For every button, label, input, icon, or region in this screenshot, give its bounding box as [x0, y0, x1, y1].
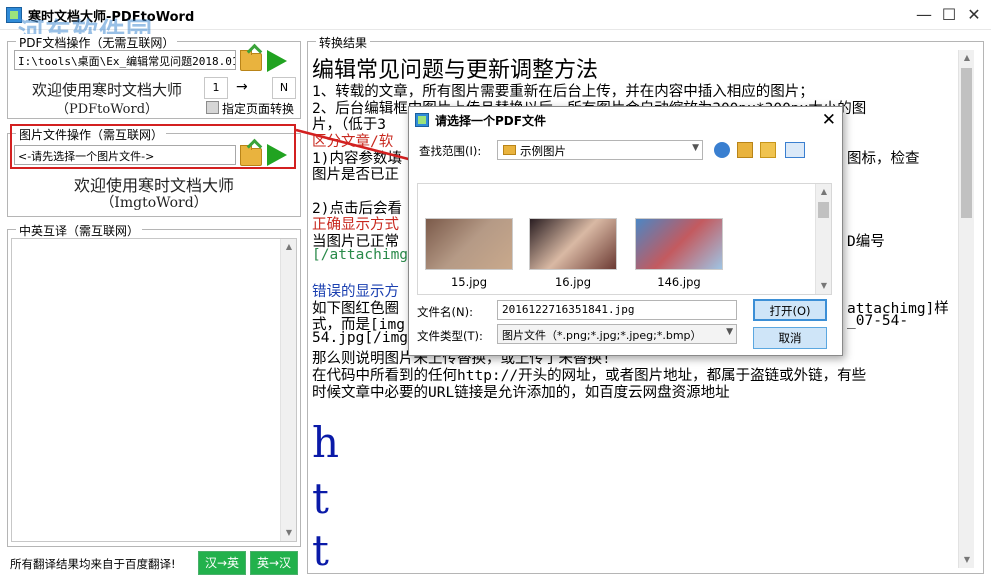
- result-line: [/attachimg: [312, 247, 409, 263]
- translate-scrollbar[interactable]: ▲ ▼: [280, 239, 296, 541]
- filetype-value: 图片文件（*.png;*.jpg;*.jpeg;*.bmp）: [502, 329, 702, 342]
- image-welcome-line2: （ImgtoWord）: [100, 195, 208, 211]
- dialog-title-bar: 请选择一个PDF文件 ✕: [409, 107, 842, 133]
- result-fragment: D编号: [847, 234, 885, 250]
- file-thumbnail[interactable]: [529, 218, 617, 270]
- back-icon[interactable]: [714, 142, 730, 158]
- file-list[interactable]: 15.jpg 16.jpg 146.jpg ▲ ▼: [417, 183, 832, 295]
- pdf-path-input[interactable]: I:\tools\桌面\Ex_编辑常见问题2018.01: [14, 50, 236, 70]
- result-fragment: 图标，检查: [847, 151, 920, 167]
- result-scroll-thumb[interactable]: [961, 68, 972, 218]
- convert-image-play-icon[interactable]: [267, 144, 287, 166]
- file-name-label: 16.jpg: [554, 275, 592, 289]
- result-scrollbar[interactable]: ▲ ▼: [958, 50, 974, 568]
- result-big-letter: h: [312, 418, 340, 467]
- file-list-scrollbar[interactable]: ▲ ▼: [815, 184, 831, 294]
- convert-pdf-play-icon[interactable]: [267, 50, 287, 72]
- en-to-cn-button[interactable]: 英→汉: [250, 551, 298, 575]
- filetype-select[interactable]: 图片文件（*.png;*.jpg;*.jpeg;*.bmp） ▼: [497, 324, 737, 344]
- translate-footer-note: 所有翻译结果均来自于百度翻译!: [10, 557, 176, 571]
- result-big-letter: t: [312, 526, 329, 575]
- look-in-value: 示例图片: [520, 144, 566, 158]
- new-folder-icon[interactable]: [760, 142, 776, 158]
- result-line: 时候文章中必要的URL链接是允许添加的，如百度云网盘资源地址: [312, 385, 730, 401]
- scroll-down-icon[interactable]: ▼: [281, 525, 297, 541]
- result-line: 54.jpg[/img: [312, 330, 409, 346]
- filetype-label: 文件类型(T):: [417, 329, 483, 343]
- view-menu-icon[interactable]: [785, 142, 805, 158]
- file-scroll-down-icon[interactable]: ▼: [816, 278, 832, 294]
- cancel-button[interactable]: 取消: [753, 327, 827, 349]
- filename-input[interactable]: 2016122716351841.jpg: [497, 300, 737, 320]
- maximize-button[interactable]: ☐: [937, 4, 961, 26]
- specify-page-checkbox[interactable]: [206, 101, 219, 114]
- page-range-arrow: →: [236, 79, 248, 95]
- pdf-group-label: PDF文档操作（无需互联网）: [16, 34, 178, 51]
- dialog-title: 请选择一个PDF文件: [435, 114, 546, 128]
- image-path-input[interactable]: <-请先选择一个图片文件->: [14, 145, 236, 165]
- chevron-down-icon: ▼: [726, 327, 733, 337]
- result-scroll-down-icon[interactable]: ▼: [959, 552, 975, 568]
- file-scroll-thumb[interactable]: [818, 202, 829, 218]
- file-name-label: 146.jpg: [657, 275, 701, 289]
- file-thumbnail[interactable]: [635, 218, 723, 270]
- result-big-letter: t: [312, 474, 329, 523]
- file-scroll-up-icon[interactable]: ▲: [816, 184, 832, 200]
- specify-page-label: 指定页面转换: [222, 102, 295, 116]
- close-button[interactable]: ✕: [962, 4, 986, 26]
- translate-textarea[interactable]: ▲ ▼: [11, 238, 297, 542]
- filename-label: 文件名(N):: [417, 305, 473, 319]
- chevron-down-icon: ▼: [692, 143, 699, 153]
- page-to-input[interactable]: N: [272, 77, 296, 99]
- scroll-up-icon[interactable]: ▲: [281, 239, 297, 255]
- cn-to-en-button[interactable]: 汉→英: [198, 551, 246, 575]
- translate-group-label: 中英互译（需互联网）: [16, 222, 143, 239]
- open-image-folder-icon[interactable]: [240, 145, 262, 166]
- open-button[interactable]: 打开(O): [753, 299, 827, 321]
- folder-icon: [503, 145, 516, 155]
- look-in-combo[interactable]: 示例图片 ▼: [497, 140, 703, 160]
- result-fragment: _07-54-: [847, 313, 909, 329]
- look-in-label: 查找范围(I):: [419, 144, 482, 158]
- up-folder-icon[interactable]: [737, 142, 753, 158]
- result-group-label: 转换结果: [316, 34, 371, 51]
- result-scroll-up-icon[interactable]: ▲: [959, 50, 975, 66]
- minimize-button[interactable]: —: [912, 4, 936, 26]
- open-file-dialog: 请选择一个PDF文件 ✕ 查找范围(I): 示例图片 ▼ 15.jpg 16.j…: [408, 106, 843, 356]
- page-from-input[interactable]: 1: [204, 77, 228, 99]
- result-line: 图片是否已正: [312, 167, 399, 183]
- file-thumbnail[interactable]: [425, 218, 513, 270]
- open-folder-icon[interactable]: [240, 50, 262, 71]
- dialog-app-icon: [415, 113, 429, 127]
- pdf-welcome-line2: （PDFtoWord）: [55, 102, 159, 117]
- pdf-welcome-line1: 欢迎使用寒时文档大师: [31, 81, 182, 99]
- file-name-label: 15.jpg: [450, 275, 488, 289]
- dialog-close-icon[interactable]: ✕: [822, 110, 836, 130]
